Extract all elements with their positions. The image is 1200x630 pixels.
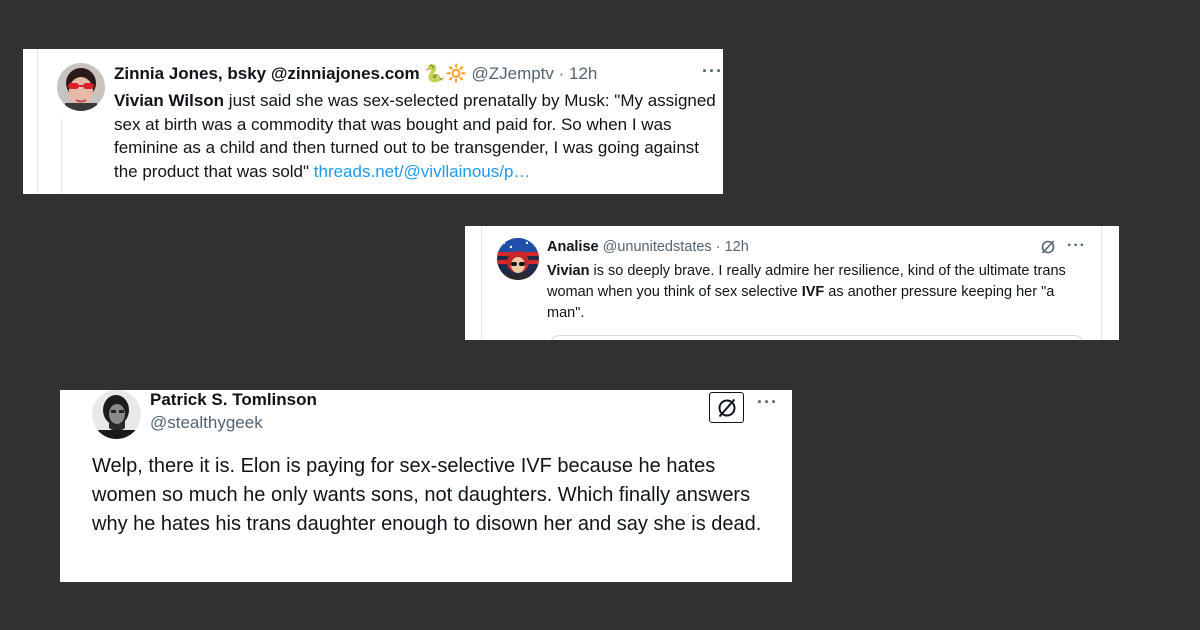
thread-line bbox=[481, 226, 482, 340]
grok-icon[interactable] bbox=[709, 392, 744, 423]
tweet-header: Zinnia Jones, bsky @zinniajones.com 🐍🔆 @… bbox=[114, 64, 597, 84]
tweet-header: Analise @ununitedstates · 12h bbox=[547, 239, 749, 255]
thread-line bbox=[1101, 226, 1102, 340]
display-name[interactable]: Patrick S. Tomlinson bbox=[150, 390, 317, 410]
handle[interactable]: @ununitedstates bbox=[603, 239, 712, 255]
display-name-text[interactable]: Patrick S. Tomlinson bbox=[150, 390, 317, 409]
more-icon[interactable]: ··· bbox=[757, 393, 778, 411]
display-name[interactable]: Analise bbox=[547, 239, 599, 255]
avatar[interactable] bbox=[57, 63, 105, 111]
handle[interactable]: @stealthygeek bbox=[150, 413, 263, 433]
avatar[interactable] bbox=[497, 238, 539, 280]
more-icon[interactable]: ··· bbox=[702, 62, 723, 80]
avatar[interactable] bbox=[92, 390, 141, 439]
timestamp[interactable]: 12h bbox=[725, 239, 749, 255]
mention: Vivian Wilson bbox=[114, 91, 225, 110]
display-name[interactable]: Zinnia Jones, bsky @zinniajones.com bbox=[114, 64, 420, 83]
thread-line bbox=[61, 119, 62, 194]
bold-text: IVF bbox=[801, 284, 825, 300]
bold-text: Vivian bbox=[547, 263, 590, 279]
tweet-text: Vivian is so deeply brave. I really admi… bbox=[547, 261, 1092, 324]
tweet-text: Welp, there it is. Elon is paying for se… bbox=[92, 455, 762, 535]
thread-line bbox=[37, 49, 38, 194]
timestamp[interactable]: 12h bbox=[569, 64, 597, 83]
tweet-card-analise[interactable]: Analise @ununitedstates · 12h ··· Vivian… bbox=[465, 226, 1119, 340]
tweet-card-zinnia[interactable]: Zinnia Jones, bsky @zinniajones.com 🐍🔆 @… bbox=[23, 49, 723, 194]
quoted-post[interactable] bbox=[549, 335, 1085, 340]
tweet-card-patrick[interactable]: Patrick S. Tomlinson @stealthygeek ··· W… bbox=[60, 390, 792, 582]
handle[interactable]: @ZJemptv bbox=[471, 64, 553, 83]
separator: · bbox=[711, 239, 725, 255]
separator: · bbox=[553, 64, 570, 83]
name-emoji: 🐍🔆 bbox=[424, 64, 467, 83]
tweet-link[interactable]: threads.net/@vivllainous/p… bbox=[314, 162, 531, 181]
more-icon[interactable]: ··· bbox=[1067, 238, 1086, 254]
tweet-text: Vivian Wilson just said she was sex-sele… bbox=[114, 89, 722, 183]
grok-icon[interactable] bbox=[1040, 239, 1056, 255]
